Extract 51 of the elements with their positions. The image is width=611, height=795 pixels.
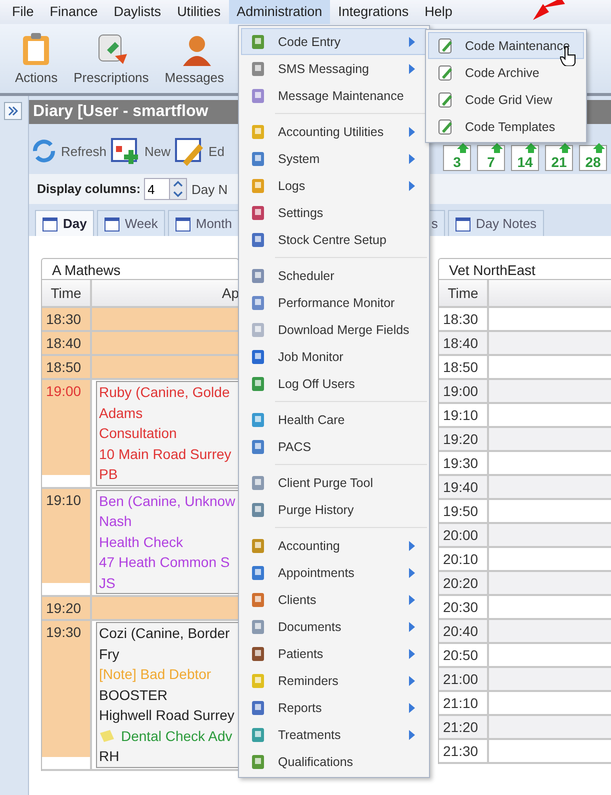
column-header: Time: [439, 280, 489, 306]
appointment-line: RH: [99, 747, 120, 766]
time-cell: 19:30: [439, 452, 489, 474]
time-cell: 20:50: [439, 644, 489, 666]
time-cell: 19:50: [439, 500, 489, 522]
appointment-line: Highwell Road Surrey: [99, 706, 234, 725]
time-cell: 21:20: [439, 716, 489, 738]
time-cell: 18:40: [439, 332, 489, 354]
appointment-line: Ben (Canine, Unknow: [99, 492, 236, 511]
day-label: Day N: [192, 182, 228, 196]
appointment-line: Dental Check Adv: [99, 726, 232, 746]
appointment-line: [Note] Bad Debtor: [99, 665, 212, 684]
appointment-line: JS: [99, 574, 116, 592]
appointment-line: Nash: [99, 512, 132, 531]
time-cell: 18:40: [42, 332, 92, 354]
appointment-line: 47 Heath Common S: [99, 553, 230, 572]
time-cell: 19:30: [42, 621, 92, 768]
time-cell: 20:10: [439, 548, 489, 570]
display-columns-label: Display columns:: [37, 182, 140, 196]
appointment-line: Cozi (Canine, Border: [99, 624, 230, 643]
time-cell: 20:20: [439, 572, 489, 594]
time-cell: 19:10: [439, 404, 489, 426]
time-cell: 19:00: [439, 380, 489, 402]
time-cell: 18:50: [439, 356, 489, 378]
appointment-line: Fry: [99, 644, 120, 664]
time-cell: 19:10: [42, 488, 92, 595]
column-header: Vet NorthEast: [438, 258, 611, 280]
appointment-line: Adams: [99, 404, 143, 422]
column-header: A Mathews: [41, 258, 239, 280]
time-cell: 21:00: [439, 668, 489, 690]
time-cell: 18:30: [439, 308, 489, 330]
time-cell: 20:00: [439, 524, 489, 546]
time-cell: 19:20: [42, 597, 92, 619]
column-header: Ap: [222, 285, 239, 301]
appointment-line: Ruby (Canine, Golde: [99, 383, 230, 402]
time-cell: 20:30: [439, 596, 489, 618]
appointment-line: BOOSTER: [99, 686, 168, 704]
appointment-line: 10 Main Road Surrey: [99, 444, 232, 464]
appointment-line: PB: [99, 465, 118, 484]
column-header: Time: [42, 280, 92, 306]
diary-title: Diary [User - smartflow: [33, 103, 208, 121]
time-cell: 19:40: [439, 476, 489, 498]
time-cell: 19:20: [439, 428, 489, 450]
appointment-line: Health Check: [99, 532, 184, 552]
appointment-line: Consultation: [99, 424, 177, 443]
time-cell: 21:30: [439, 740, 489, 762]
time-cell: 21:10: [439, 692, 489, 714]
time-cell: 19:00: [42, 380, 92, 486]
time-cell: 20:40: [439, 620, 489, 642]
time-cell: 18:50: [42, 356, 92, 378]
time-cell: 18:30: [42, 308, 92, 330]
